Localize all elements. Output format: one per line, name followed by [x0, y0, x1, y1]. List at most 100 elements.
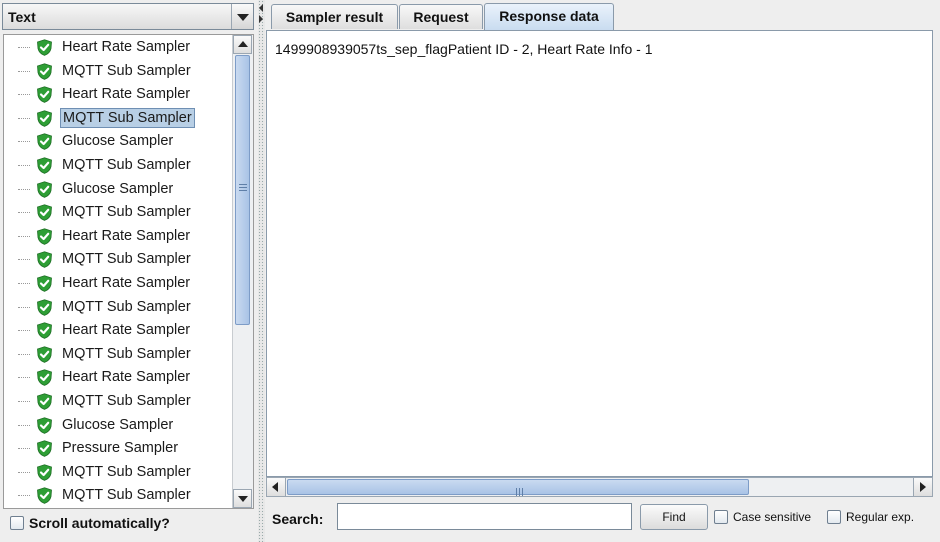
tree-item-label: Heart Rate Sampler	[62, 322, 191, 339]
shield-check-icon	[36, 298, 53, 316]
scroll-down-icon[interactable]	[233, 489, 252, 508]
tree-connector	[18, 471, 30, 473]
tree-connector	[18, 70, 30, 72]
regular-exp-checkbox[interactable]: Regular exp.	[827, 509, 914, 524]
tree-item[interactable]: MQTT Sub Sampler	[4, 343, 230, 366]
tree-connector	[18, 306, 30, 308]
tree-item-label: MQTT Sub Sampler	[62, 204, 191, 221]
tree-item[interactable]: Heart Rate Sampler	[4, 366, 230, 389]
tree-item[interactable]: Glucose Sampler	[4, 414, 230, 437]
case-sensitive-label: Case sensitive	[733, 509, 812, 524]
tree-item[interactable]: Heart Rate Sampler	[4, 83, 230, 106]
tree-item[interactable]: Heart Rate Sampler	[4, 225, 230, 248]
tree-item[interactable]: MQTT Sub Sampler	[4, 107, 230, 130]
shield-check-icon	[36, 464, 53, 481]
tree-item-label: MQTT Sub Sampler	[62, 487, 191, 504]
tree-item-label: MQTT Sub Sampler	[62, 298, 191, 315]
shield-check-icon	[36, 39, 53, 56]
response-data-text: 1499908939057ts_sep_flagPatient ID - 2, …	[275, 41, 653, 57]
shield-check-icon	[36, 133, 53, 151]
tree-item-label: Glucose Sampler	[62, 133, 174, 150]
scroll-right-icon[interactable]	[913, 478, 932, 496]
tree-item[interactable]: MQTT Sub Sampler	[4, 461, 230, 484]
shield-check-icon	[36, 251, 53, 269]
shield-check-icon	[36, 110, 53, 127]
renderer-select[interactable]: Text	[2, 3, 254, 30]
tree-connector	[18, 377, 30, 379]
checkbox-box[interactable]	[10, 516, 24, 531]
tree-item-label: MQTT Sub Sampler	[60, 107, 195, 128]
shield-check-icon	[36, 487, 53, 505]
tab-request[interactable]: Request	[399, 4, 483, 29]
shield-check-icon	[36, 275, 53, 292]
checkbox-box[interactable]	[827, 509, 841, 524]
shield-check-icon	[36, 62, 53, 80]
scroll-left-icon[interactable]	[267, 478, 286, 496]
tree-item[interactable]: MQTT Sub Sampler	[4, 248, 230, 271]
scroll-automatically-label: Scroll automatically?	[29, 515, 170, 532]
response-horizontal-scrollbar[interactable]	[266, 477, 933, 497]
shield-check-icon	[36, 157, 53, 174]
grip-icon	[239, 184, 247, 193]
shield-check-icon	[36, 180, 53, 198]
shield-check-icon	[36, 393, 53, 410]
scroll-automatically-checkbox[interactable]: Scroll automatically?	[10, 514, 170, 536]
tree-connector	[18, 235, 30, 237]
tree-item-label: MQTT Sub Sampler	[62, 393, 191, 409]
tree-connector	[18, 94, 30, 96]
chevron-down-icon[interactable]	[231, 4, 253, 29]
tree-item[interactable]: Heart Rate Sampler	[4, 319, 230, 342]
tree-connector	[18, 117, 30, 119]
split-pane-divider[interactable]	[258, 0, 265, 542]
tree-connector	[18, 401, 30, 402]
tree-connector	[18, 424, 30, 426]
search-input[interactable]	[337, 503, 632, 530]
tree-item[interactable]: MQTT Sub Sampler	[4, 154, 230, 177]
tree-item[interactable]: MQTT Sub Sampler	[4, 484, 230, 507]
case-sensitive-checkbox[interactable]: Case sensitive	[714, 509, 811, 524]
tree-connector	[18, 330, 30, 332]
tree-item-label: Glucose Sampler	[62, 416, 174, 433]
tree-connector	[18, 165, 30, 166]
tree-connector	[18, 259, 30, 261]
tree-item[interactable]: MQTT Sub Sampler	[4, 296, 230, 319]
tree-item-label: Heart Rate Sampler	[62, 39, 191, 55]
tree-connector	[18, 47, 30, 48]
tree-item[interactable]: MQTT Sub Sampler	[4, 390, 230, 413]
tree-vertical-scrollbar[interactable]	[232, 35, 253, 508]
tree-item[interactable]: MQTT Sub Sampler	[4, 60, 230, 83]
tab-sampler-result[interactable]: Sampler result	[271, 4, 398, 29]
results-tree-panel: Text Heart Rate Sampler MQTT Sub Sampler H…	[0, 0, 258, 542]
shield-check-icon	[36, 322, 53, 340]
tree-item[interactable]: Glucose Sampler	[4, 130, 230, 153]
collapse-left-icon[interactable]	[259, 4, 263, 12]
tree-item[interactable]: MQTT Sub Sampler	[4, 201, 230, 224]
tree-item-label: MQTT Sub Sampler	[62, 251, 191, 268]
tree-item-label: Heart Rate Sampler	[62, 275, 191, 291]
shield-check-icon	[36, 86, 53, 104]
find-button[interactable]: Find	[640, 504, 708, 530]
tree-connector	[18, 353, 30, 355]
tree-item-label: MQTT Sub Sampler	[62, 345, 191, 362]
scrollbar-thumb[interactable]	[235, 55, 250, 325]
tree-connector	[18, 141, 30, 143]
tree-item-label: Glucose Sampler	[62, 180, 174, 197]
tree-item[interactable]: Glucose Sampler	[4, 178, 230, 201]
scrollbar-thumb[interactable]	[287, 479, 749, 496]
tree-item[interactable]: Heart Rate Sampler	[4, 36, 230, 59]
tree-item-label: Heart Rate Sampler	[62, 369, 191, 386]
expand-right-icon[interactable]	[259, 15, 263, 23]
result-detail-panel: Sampler result Request Response data 149…	[265, 0, 940, 542]
checkbox-box[interactable]	[714, 509, 728, 524]
tree-connector	[18, 448, 30, 450]
sample-results-tree[interactable]: Heart Rate Sampler MQTT Sub Sampler Heart …	[3, 34, 254, 509]
tree-item-label: MQTT Sub Sampler	[62, 62, 191, 79]
tree-connector	[18, 283, 30, 284]
tab-response-data[interactable]: Response data	[484, 3, 614, 30]
scroll-up-icon[interactable]	[233, 35, 252, 54]
grip-icon	[516, 483, 526, 496]
tree-item[interactable]: Heart Rate Sampler	[4, 272, 230, 295]
shield-check-icon	[36, 204, 53, 222]
response-data-area[interactable]: 1499908939057ts_sep_flagPatient ID - 2, …	[266, 30, 933, 477]
tree-item[interactable]: Pressure Sampler	[4, 437, 230, 460]
